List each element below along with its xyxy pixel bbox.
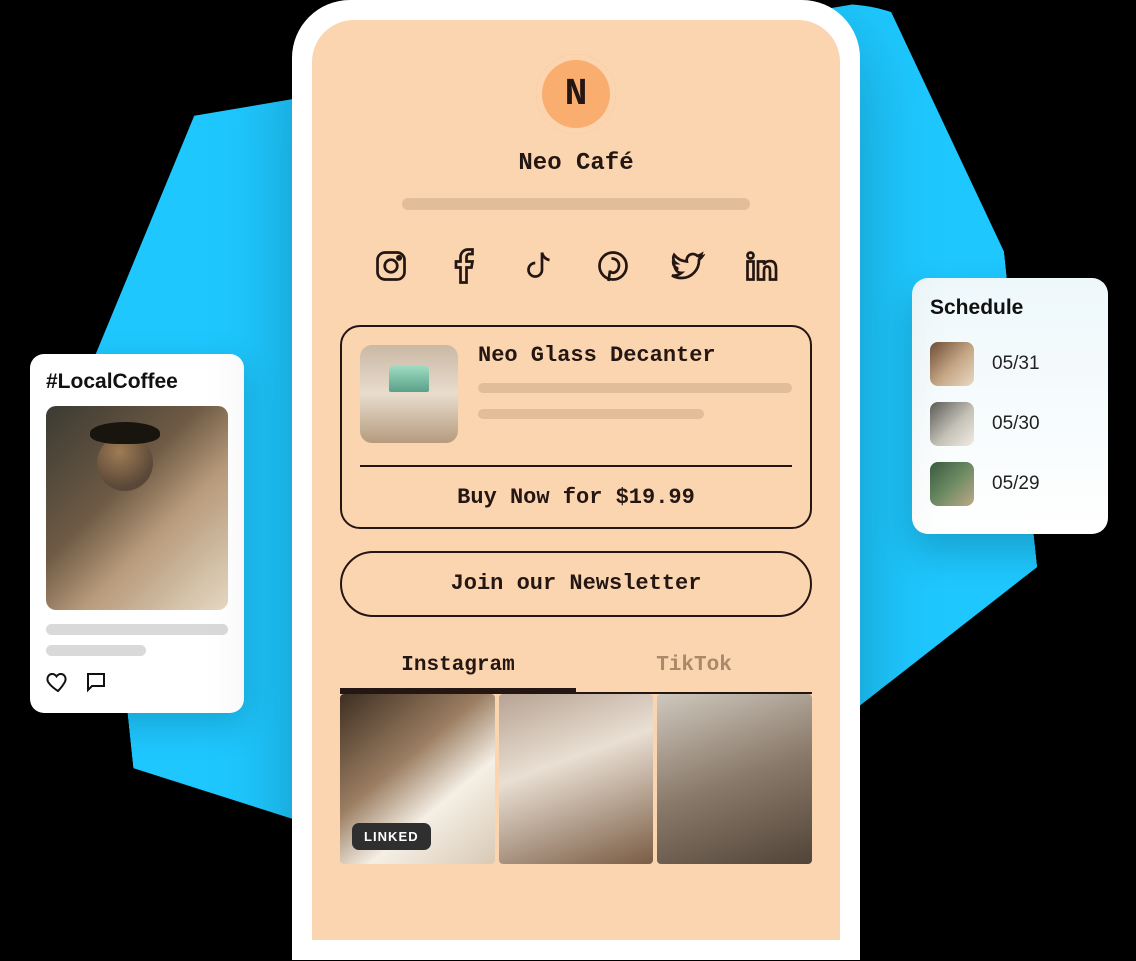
schedule-card: Schedule 05/31 05/30 05/29 [912, 278, 1108, 534]
bio-placeholder-line [402, 198, 750, 210]
schedule-title: Schedule [930, 296, 1090, 320]
product-title: Neo Glass Decanter [478, 345, 792, 367]
schedule-row[interactable]: 05/30 [930, 394, 1090, 454]
schedule-thumb [930, 402, 974, 446]
product-desc-placeholder [478, 383, 792, 393]
social-post-card: #LocalCoffee [30, 354, 244, 713]
buy-now-button[interactable]: Buy Now for $19.99 [360, 465, 792, 509]
caption-placeholder-line [46, 624, 228, 635]
schedule-row[interactable]: 05/29 [930, 454, 1090, 514]
profile-initial: N [565, 73, 588, 116]
social-icons-row [373, 248, 779, 289]
profile-name: Neo Café [518, 152, 633, 176]
heart-icon[interactable] [46, 670, 70, 699]
instagram-icon[interactable] [373, 248, 409, 289]
tiktok-icon[interactable] [521, 248, 557, 289]
linkedin-icon[interactable] [743, 248, 779, 289]
phone-screen: N Neo Café [312, 20, 840, 940]
linked-badge: LINKED [352, 823, 431, 850]
product-thumb[interactable] [360, 345, 458, 443]
schedule-thumb [930, 342, 974, 386]
caption-placeholder-line [46, 645, 146, 656]
gallery-item[interactable] [499, 694, 654, 864]
feed-gallery: LINKED [340, 694, 812, 864]
twitter-icon[interactable] [669, 248, 705, 289]
gallery-item[interactable]: LINKED [340, 694, 495, 864]
phone-frame: N Neo Café [292, 0, 860, 960]
tab-tiktok[interactable]: TikTok [576, 645, 812, 692]
schedule-date: 05/30 [992, 413, 1040, 435]
schedule-thumb [930, 462, 974, 506]
profile-avatar[interactable]: N [536, 54, 616, 134]
schedule-row[interactable]: 05/31 [930, 334, 1090, 394]
comment-icon[interactable] [84, 670, 108, 699]
product-card: Neo Glass Decanter Buy Now for $19.99 [340, 325, 812, 529]
newsletter-button[interactable]: Join our Newsletter [340, 551, 812, 617]
gallery-item[interactable] [657, 694, 812, 864]
facebook-icon[interactable] [447, 248, 483, 289]
schedule-date: 05/29 [992, 473, 1040, 495]
schedule-date: 05/31 [992, 353, 1040, 375]
post-hashtag: #LocalCoffee [46, 370, 228, 394]
tab-instagram[interactable]: Instagram [340, 645, 576, 692]
feed-tabs: Instagram TikTok [340, 645, 812, 694]
post-photo[interactable] [46, 406, 228, 610]
pinterest-icon[interactable] [595, 248, 631, 289]
product-desc-placeholder [478, 409, 704, 419]
